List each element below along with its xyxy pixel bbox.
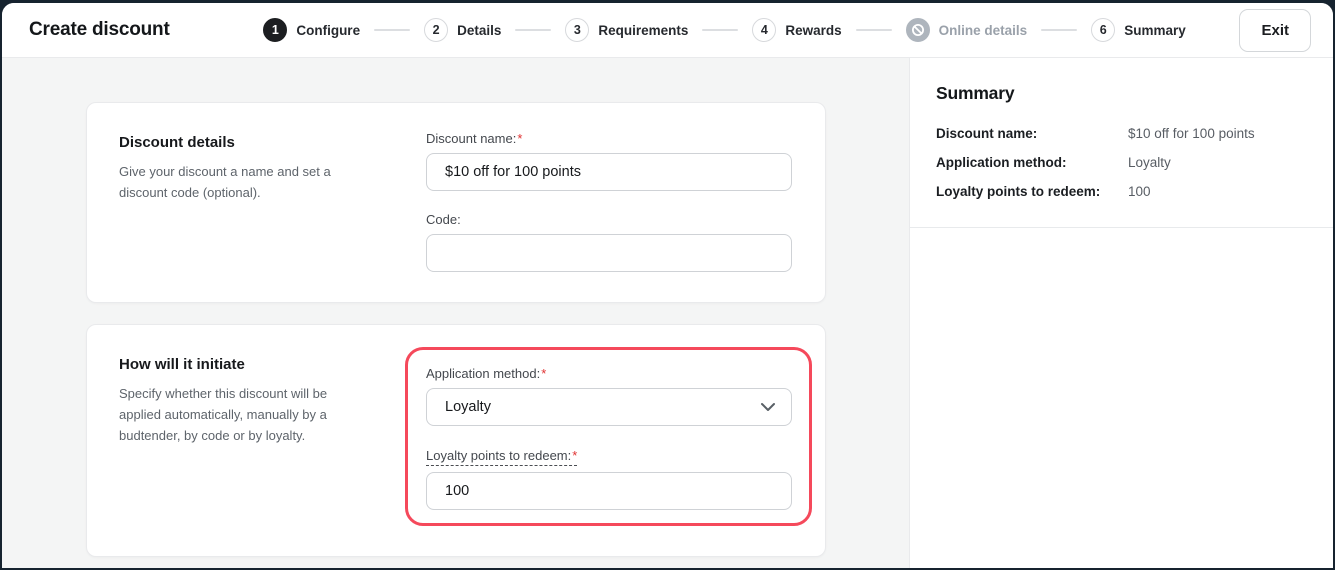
step-number-badge: 1 xyxy=(263,18,288,42)
exit-button[interactable]: Exit xyxy=(1239,8,1311,52)
step-label: Online details xyxy=(938,22,1028,38)
summary-divider xyxy=(910,226,1333,228)
summary-row-discount-name: Discount name: $10 off for 100 points xyxy=(936,119,1307,148)
step-number-badge: 6 xyxy=(1091,18,1116,42)
required-asterisk: * xyxy=(572,448,578,463)
loyalty-highlight-ring: Application method:* Loyalty Loyalty poi… xyxy=(405,347,812,526)
step-connector xyxy=(1041,29,1078,31)
required-asterisk: * xyxy=(517,131,523,146)
summary-value: 100 xyxy=(1128,183,1151,199)
application-method-select[interactable]: Loyalty xyxy=(426,388,792,426)
step-details[interactable]: 2 Details xyxy=(424,18,501,42)
step-connector xyxy=(374,29,411,31)
step-summary[interactable]: 6 Summary xyxy=(1091,18,1186,42)
discount-details-card: Discount details Give your discount a na… xyxy=(86,102,826,303)
card-description: Give your discount a name and set a disc… xyxy=(119,164,331,201)
summary-row-application-method: Application method: Loyalty xyxy=(936,148,1307,177)
summary-value: $10 off for 100 points xyxy=(1128,125,1255,141)
card-title: Discount details xyxy=(119,134,235,151)
wizard-header: Create discount 1 Configure 2 Details 3 … xyxy=(2,3,1333,58)
step-number-badge: 4 xyxy=(752,18,777,42)
step-label: Configure xyxy=(296,22,361,38)
loyalty-points-label: Loyalty points to redeem:* xyxy=(426,448,578,466)
card-title: How will it initiate xyxy=(119,356,245,373)
loyalty-points-field: Loyalty points to redeem:* xyxy=(426,447,792,510)
summary-sidebar: Summary Discount name: $10 off for 100 p… xyxy=(909,58,1333,568)
discount-name-field: Discount name:* xyxy=(426,130,792,191)
create-discount-window: Create discount 1 Configure 2 Details 3 … xyxy=(2,3,1333,568)
step-configure[interactable]: 1 Configure xyxy=(263,18,360,42)
step-label: Summary xyxy=(1124,22,1186,38)
application-method-field: Application method:* Loyalty xyxy=(426,365,792,426)
wizard-stepper: 1 Configure 2 Details 3 Requirements 4 R… xyxy=(230,18,1220,42)
summary-title: Summary xyxy=(936,83,1015,103)
step-number-badge: 3 xyxy=(565,18,590,42)
code-field: Code: xyxy=(426,211,792,272)
summary-label: Application method: xyxy=(936,154,1067,170)
application-method-label: Application method:* xyxy=(426,366,547,381)
step-label: Details xyxy=(457,22,502,38)
discount-name-input[interactable] xyxy=(426,153,792,191)
chevron-down-icon xyxy=(760,402,776,412)
summary-label: Discount name: xyxy=(936,125,1038,141)
step-connector xyxy=(702,29,739,31)
page-title: Create discount xyxy=(29,19,170,40)
step-requirements[interactable]: 3 Requirements xyxy=(565,18,688,42)
summary-row-loyalty-points: Loyalty points to redeem: 100 xyxy=(936,177,1307,206)
form-area: Discount details Give your discount a na… xyxy=(2,58,909,568)
initiation-card: How will it initiate Specify whether thi… xyxy=(86,324,826,557)
summary-label: Loyalty points to redeem: xyxy=(936,183,1101,199)
code-label: Code: xyxy=(426,212,461,227)
step-connector xyxy=(855,29,892,31)
required-asterisk: * xyxy=(541,366,547,381)
selected-option: Loyalty xyxy=(445,399,491,415)
step-online-details: Online details xyxy=(905,18,1028,42)
step-label: Requirements xyxy=(598,22,689,38)
code-input[interactable] xyxy=(426,234,792,272)
step-label: Rewards xyxy=(785,22,842,38)
step-connector xyxy=(515,29,552,31)
discount-name-label: Discount name:* xyxy=(426,131,523,146)
step-rewards[interactable]: 4 Rewards xyxy=(752,18,842,42)
prohibited-icon xyxy=(905,18,930,42)
step-number-badge: 2 xyxy=(424,18,449,42)
card-description: Specify whether this discount will be ap… xyxy=(119,386,328,444)
loyalty-points-input[interactable] xyxy=(426,472,792,510)
summary-value: Loyalty xyxy=(1128,154,1171,170)
